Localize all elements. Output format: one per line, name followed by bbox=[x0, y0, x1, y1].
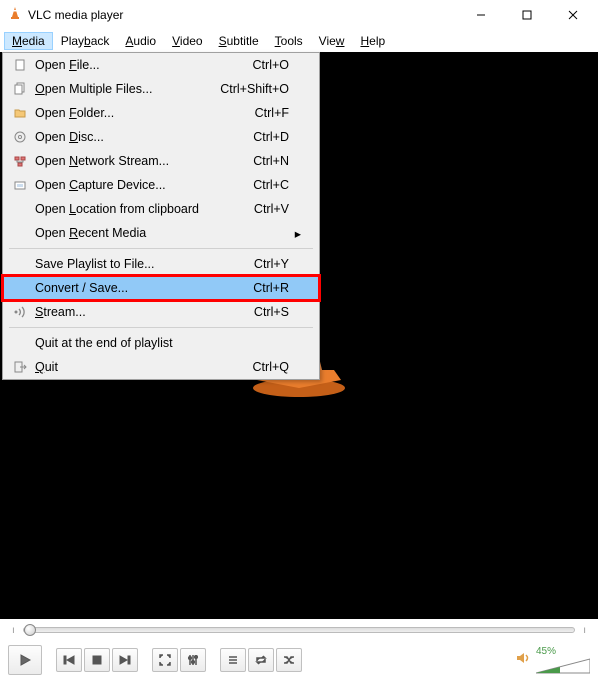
menu-item-label: Open File... bbox=[31, 58, 253, 72]
menu-item-shortcut: Ctrl+N bbox=[253, 154, 289, 168]
menu-subtitle[interactable]: Subtitle bbox=[211, 32, 267, 50]
controls-bar: 45% bbox=[0, 641, 598, 679]
menu-item-label: Open Location from clipboard bbox=[31, 202, 254, 216]
capture-icon bbox=[9, 178, 31, 192]
disc-icon bbox=[9, 130, 31, 144]
volume-slider[interactable] bbox=[536, 657, 590, 675]
menu-item-label: Quit at the end of playlist bbox=[31, 336, 289, 350]
menu-audio[interactable]: Audio bbox=[117, 32, 164, 50]
menu-item-open-multiple-files[interactable]: Open Multiple Files...Ctrl+Shift+O bbox=[3, 77, 319, 101]
menu-item-open-file[interactable]: Open File...Ctrl+O bbox=[3, 53, 319, 77]
menu-separator bbox=[9, 327, 313, 328]
menu-item-shortcut: Ctrl+R bbox=[253, 281, 289, 295]
seek-bar[interactable]: ı ı bbox=[0, 619, 598, 641]
menu-view[interactable]: View bbox=[311, 32, 353, 50]
menu-item-open-location-from-clipboard[interactable]: Open Location from clipboardCtrl+V bbox=[3, 197, 319, 221]
menu-item-stream[interactable]: Stream...Ctrl+S bbox=[3, 300, 319, 324]
playlist-button[interactable] bbox=[220, 648, 246, 672]
menu-help[interactable]: Help bbox=[352, 32, 393, 50]
menu-item-shortcut: Ctrl+V bbox=[254, 202, 289, 216]
menu-item-shortcut: Ctrl+F bbox=[255, 106, 289, 120]
maximize-button[interactable] bbox=[504, 0, 550, 30]
menu-item-shortcut: Ctrl+C bbox=[253, 178, 289, 192]
speaker-icon[interactable] bbox=[516, 651, 532, 670]
stream-icon bbox=[9, 305, 31, 319]
menu-tools[interactable]: Tools bbox=[267, 32, 311, 50]
extended-settings-button[interactable] bbox=[180, 648, 206, 672]
folder-icon bbox=[9, 106, 31, 120]
menu-item-label: Open Folder... bbox=[31, 106, 255, 120]
title-bar: VLC media player bbox=[0, 0, 598, 30]
play-button[interactable] bbox=[8, 645, 42, 675]
menu-item-convert-save[interactable]: Convert / Save...Ctrl+R bbox=[3, 276, 319, 300]
file-icon bbox=[9, 58, 31, 72]
window-controls bbox=[458, 0, 596, 30]
menu-item-open-network-stream[interactable]: Open Network Stream...Ctrl+N bbox=[3, 149, 319, 173]
menu-item-label: Open Network Stream... bbox=[31, 154, 253, 168]
stop-button[interactable] bbox=[84, 648, 110, 672]
menu-item-label: Stream... bbox=[31, 305, 254, 319]
next-button[interactable] bbox=[112, 648, 138, 672]
menu-playback[interactable]: Playback bbox=[53, 32, 118, 50]
seek-track[interactable] bbox=[23, 627, 575, 633]
app-icon bbox=[8, 6, 22, 25]
menu-item-shortcut: Ctrl+O bbox=[253, 58, 289, 72]
volume-percent: 45% bbox=[536, 646, 556, 657]
seek-start-tick: ı bbox=[12, 625, 15, 636]
close-button[interactable] bbox=[550, 0, 596, 30]
shuffle-button[interactable] bbox=[276, 648, 302, 672]
menu-item-quit[interactable]: QuitCtrl+Q bbox=[3, 355, 319, 379]
files-icon bbox=[9, 82, 31, 96]
window-title: VLC media player bbox=[28, 8, 452, 22]
menu-bar: MediaPlaybackAudioVideoSubtitleToolsView… bbox=[0, 30, 598, 52]
seek-end-tick: ı bbox=[583, 625, 586, 636]
menu-item-open-capture-device[interactable]: Open Capture Device...Ctrl+C bbox=[3, 173, 319, 197]
menu-video[interactable]: Video bbox=[164, 32, 210, 50]
menu-item-save-playlist-to-file[interactable]: Save Playlist to File...Ctrl+Y bbox=[3, 252, 319, 276]
fullscreen-button[interactable] bbox=[152, 648, 178, 672]
menu-item-quit-at-the-end-of-playlist[interactable]: Quit at the end of playlist bbox=[3, 331, 319, 355]
menu-item-shortcut: Ctrl+D bbox=[253, 130, 289, 144]
menu-item-label: Open Capture Device... bbox=[31, 178, 253, 192]
quit-icon bbox=[9, 360, 31, 374]
menu-item-label: Open Multiple Files... bbox=[31, 82, 220, 96]
menu-media[interactable]: Media bbox=[4, 32, 53, 50]
menu-separator bbox=[9, 248, 313, 249]
menu-item-label: Quit bbox=[31, 360, 253, 374]
menu-item-label: Open Recent Media bbox=[31, 226, 289, 240]
seek-thumb[interactable] bbox=[24, 624, 36, 636]
menu-item-label: Open Disc... bbox=[31, 130, 253, 144]
submenu-arrow-icon: ▸ bbox=[289, 226, 301, 241]
volume-control[interactable]: 45% bbox=[516, 646, 590, 675]
menu-item-shortcut: Ctrl+Shift+O bbox=[220, 82, 289, 96]
menu-item-shortcut: Ctrl+Q bbox=[253, 360, 289, 374]
network-icon bbox=[9, 154, 31, 168]
menu-item-shortcut: Ctrl+Y bbox=[254, 257, 289, 271]
loop-button[interactable] bbox=[248, 648, 274, 672]
previous-button[interactable] bbox=[56, 648, 82, 672]
menu-item-open-folder[interactable]: Open Folder...Ctrl+F bbox=[3, 101, 319, 125]
media-menu-dropdown: Open File...Ctrl+OOpen Multiple Files...… bbox=[2, 52, 320, 380]
minimize-button[interactable] bbox=[458, 0, 504, 30]
menu-item-shortcut: Ctrl+S bbox=[254, 305, 289, 319]
menu-item-label: Save Playlist to File... bbox=[31, 257, 254, 271]
menu-item-open-disc[interactable]: Open Disc...Ctrl+D bbox=[3, 125, 319, 149]
menu-item-open-recent-media[interactable]: Open Recent Media▸ bbox=[3, 221, 319, 245]
menu-item-label: Convert / Save... bbox=[31, 281, 253, 295]
